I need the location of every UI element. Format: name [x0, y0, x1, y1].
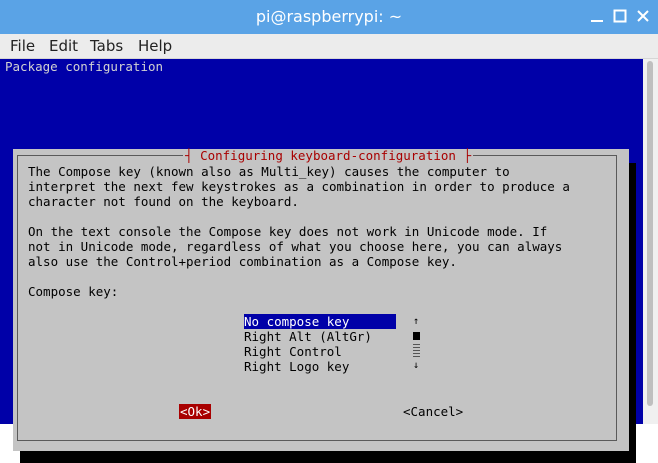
description-line: also use the Control+period combination … — [28, 254, 457, 269]
list-item-right-logo-key[interactable]: Right Logo key — [244, 359, 396, 374]
list-scroll-indicator: ↑ ↓ — [411, 314, 421, 373]
terminal-scrollbar[interactable] — [643, 59, 658, 424]
description-line: On the text console the Compose key does… — [28, 224, 548, 239]
dialog-title-text: Configuring keyboard-configuration — [200, 148, 456, 163]
terminal[interactable]: Package configuration ┤ Configuring keyb… — [0, 59, 643, 463]
dialog-title: ┤ Configuring keyboard-configuration ├ — [183, 148, 473, 163]
compose-key-prompt: Compose key: — [28, 284, 119, 299]
package-configuration-header: Package configuration — [5, 59, 164, 74]
menu-edit[interactable]: Edit — [49, 34, 78, 58]
menu-help[interactable]: Help — [138, 34, 172, 58]
close-icon[interactable] — [636, 9, 650, 23]
maximize-icon[interactable] — [613, 9, 627, 23]
scroll-down-arrow-icon: ↓ — [412, 360, 420, 371]
config-dialog: ┤ Configuring keyboard-configuration ├ T… — [13, 149, 629, 451]
list-item-right-control[interactable]: Right Control — [244, 344, 396, 359]
scroll-up-arrow-icon: ↑ — [412, 316, 420, 327]
menu-bar: File Edit Tabs Help — [0, 34, 658, 59]
window-title: pi@raspberrypi: ~ — [255, 7, 403, 26]
menu-tabs[interactable]: Tabs — [90, 34, 123, 58]
description-line: The Compose key (known also as Multi_key… — [28, 164, 510, 179]
list-item-no-compose-key[interactable]: No compose key — [244, 314, 396, 329]
compose-key-list: No compose key Right Alt (AltGr) Right C… — [244, 314, 396, 374]
scroll-track-icon — [412, 344, 420, 358]
description-line: character not found on the keyboard. — [28, 194, 299, 209]
menu-file[interactable]: File — [10, 34, 35, 58]
minimize-icon[interactable] — [590, 9, 604, 23]
list-item-right-alt[interactable]: Right Alt (AltGr) — [244, 329, 396, 344]
description-line: interpret the next few keystrokes as a c… — [28, 179, 570, 194]
title-bar: pi@raspberrypi: ~ — [0, 0, 658, 34]
description-line: not in Unicode mode, regardless of what … — [28, 239, 563, 254]
ok-button[interactable]: <Ok> — [179, 404, 212, 419]
scrollbar-thumb[interactable] — [647, 61, 653, 406]
cancel-button[interactable]: <Cancel> — [403, 404, 463, 419]
scroll-position-icon — [412, 332, 420, 340]
